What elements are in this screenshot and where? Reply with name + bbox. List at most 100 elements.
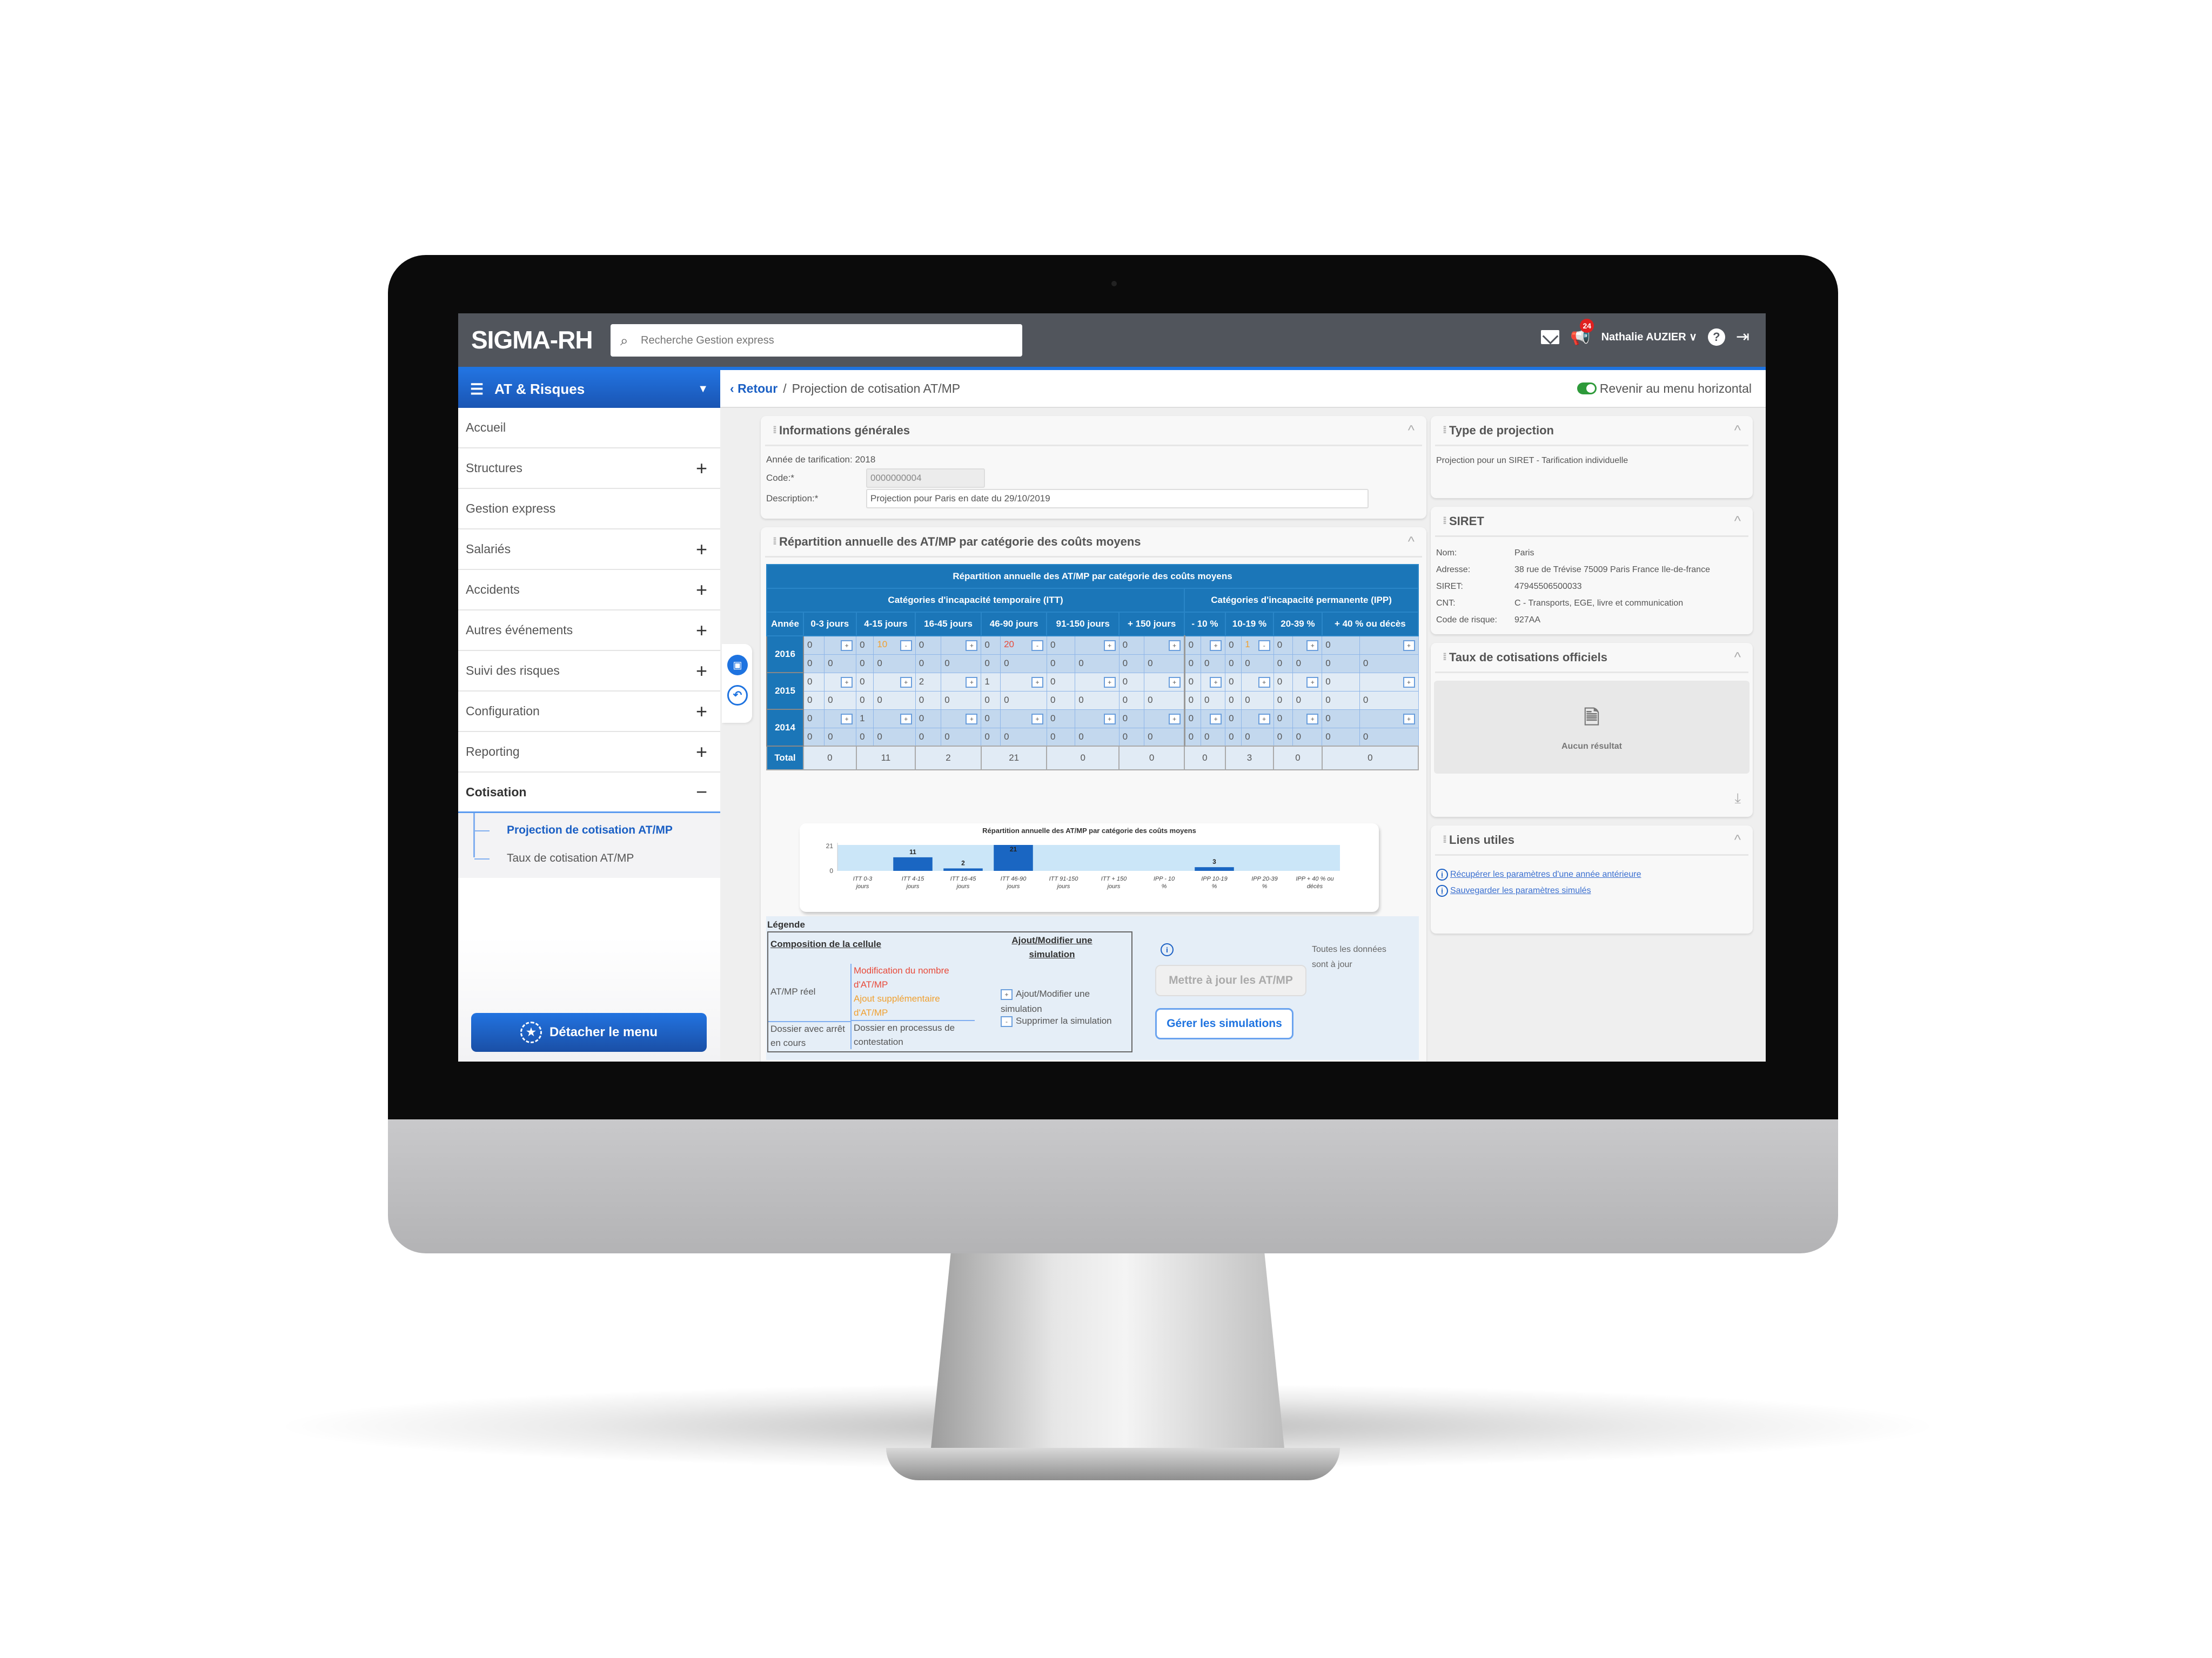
add-simulation-button[interactable]: +: [1103, 640, 1116, 652]
add-simulation-button[interactable]: +: [1031, 677, 1043, 688]
add-simulation-button[interactable]: +: [1306, 677, 1319, 688]
sidebar-item-accueil[interactable]: Accueil: [458, 408, 720, 448]
info-icon[interactable]: i: [1161, 943, 1174, 956]
drag-handle-icon[interactable]: ⁞⁞: [1443, 652, 1447, 663]
add-simulation-button[interactable]: +: [841, 677, 853, 688]
help-icon[interactable]: ?: [1707, 328, 1725, 346]
expand-icon[interactable]: +: [696, 538, 707, 561]
manage-simulations-button[interactable]: Gérer les simulations: [1155, 1008, 1293, 1039]
delete-simulation-button[interactable]: -: [1258, 640, 1270, 652]
add-simulation-button[interactable]: +: [1306, 640, 1319, 652]
add-simulation-button[interactable]: +: [1210, 640, 1222, 652]
sidebar-subitem-projection[interactable]: Projection de cotisation AT/MP: [474, 816, 720, 844]
expand-icon[interactable]: +: [696, 741, 707, 763]
expand-icon[interactable]: +: [696, 457, 707, 480]
sidebar-item-salari-s[interactable]: Salariés +: [458, 529, 720, 570]
app-logo[interactable]: SIGMA-RH: [471, 325, 593, 354]
dossier-contestation-cell: 0: [1241, 690, 1274, 710]
add-simulation-button[interactable]: +: [900, 714, 912, 724]
logout-icon[interactable]: ⇥: [1736, 327, 1750, 346]
add-simulation-button[interactable]: +: [1168, 640, 1181, 652]
sidebar-subitem-taux[interactable]: Taux de cotisation AT/MP: [474, 844, 720, 872]
user-menu[interactable]: Nathalie AUZIER ∨: [1601, 330, 1697, 344]
update-atmp-button[interactable]: Mettre à jour les AT/MP: [1155, 965, 1306, 996]
chevron-up-icon[interactable]: ^: [1734, 649, 1741, 666]
add-simulation-button[interactable]: +: [966, 640, 978, 652]
expand-icon[interactable]: +: [696, 619, 707, 642]
add-simulation-button[interactable]: +: [1403, 640, 1415, 652]
expand-icon[interactable]: +: [696, 579, 707, 601]
panel-header[interactable]: ⁞⁞ Répartition annuelle des AT/MP par ca…: [765, 527, 1422, 558]
add-simulation-button[interactable]: +: [1403, 714, 1415, 724]
add-simulation-button[interactable]: +: [900, 677, 912, 688]
add-simulation-button[interactable]: +: [1103, 677, 1116, 688]
add-simulation-button[interactable]: +: [1258, 677, 1270, 688]
delete-simulation-button[interactable]: -: [900, 640, 912, 652]
add-simulation-button[interactable]: +: [1210, 714, 1222, 724]
notifications-megaphone-icon[interactable]: 📢 24: [1570, 319, 1594, 346]
camera-icon: [1111, 281, 1117, 286]
link-sauvegarder-parametres[interactable]: i Sauvegarder les paramètres simulés: [1436, 883, 1747, 899]
chevron-up-icon[interactable]: ^: [1734, 422, 1741, 439]
dossier-arret-cell: 0: [856, 654, 874, 673]
panel-header[interactable]: ⁞⁞ Liens utiles ^: [1435, 825, 1748, 856]
mail-icon[interactable]: [1541, 330, 1560, 344]
add-simulation-button[interactable]: +: [966, 714, 978, 724]
drag-handle-icon[interactable]: ⁞⁞: [773, 425, 777, 436]
horizontal-menu-toggle[interactable]: Revenir au menu horizontal: [1577, 381, 1752, 396]
add-simulation-button[interactable]: +: [1031, 714, 1043, 724]
add-simulation-button[interactable]: +: [1168, 714, 1181, 724]
add-simulation-button[interactable]: +: [841, 640, 853, 652]
sidebar-item-cotisation[interactable]: Cotisation −: [458, 773, 720, 813]
chevron-up-icon[interactable]: ^: [1734, 831, 1741, 848]
add-simulation-button[interactable]: +: [1210, 677, 1222, 688]
search-box[interactable]: ⌕: [611, 324, 1022, 357]
sidebar-item-gestion-express[interactable]: Gestion express: [458, 489, 720, 529]
atmp-reel-cell: 0: [856, 672, 874, 692]
panel-header[interactable]: ⁞⁞ Taux de cotisations officiels ^: [1435, 643, 1748, 673]
download-icon[interactable]: ⤓: [1735, 790, 1741, 807]
sidebar-item-structures[interactable]: Structures +: [458, 448, 720, 489]
drag-handle-icon[interactable]: ⁞⁞: [1443, 834, 1447, 845]
detach-menu-button[interactable]: ★ Détacher le menu: [471, 1013, 707, 1052]
panel-header[interactable]: ⁞⁞ Informations générales ^: [765, 416, 1422, 446]
sidebar-item-autres-v-nements[interactable]: Autres événements +: [458, 610, 720, 651]
add-simulation-button[interactable]: +: [1168, 677, 1181, 688]
add-simulation-button[interactable]: +: [1306, 714, 1319, 724]
expand-icon[interactable]: +: [696, 700, 707, 723]
dossier-arret-cell: 0: [1118, 690, 1145, 710]
back-link[interactable]: ‹ Retour: [730, 381, 777, 396]
atmp-reel-cell: 0: [803, 709, 825, 728]
description-field[interactable]: [866, 489, 1369, 508]
drag-handle-icon[interactable]: ⁞⁞: [1443, 515, 1447, 527]
drag-handle-icon[interactable]: ⁞⁞: [773, 536, 777, 547]
toggle-switch[interactable]: [1577, 382, 1597, 394]
sidebar-item-suivi-des-risques[interactable]: Suivi des risques +: [458, 651, 720, 692]
drag-handle-icon[interactable]: ⁞⁞: [1443, 425, 1447, 436]
add-simulation-button[interactable]: +: [966, 677, 978, 688]
sidebar-item-label: Accidents: [466, 582, 520, 596]
add-simulation-button[interactable]: +: [1103, 714, 1116, 724]
chevron-up-icon[interactable]: ^: [1408, 533, 1415, 550]
chevron-up-icon[interactable]: ^: [1408, 422, 1415, 439]
panel-header[interactable]: ⁞⁞ Type de projection ^: [1435, 416, 1748, 446]
undo-icon[interactable]: ↶: [727, 685, 748, 706]
sidebar-item-accidents[interactable]: Accidents +: [458, 570, 720, 610]
chevron-up-icon[interactable]: ^: [1734, 513, 1741, 529]
sidebar-item-reporting[interactable]: Reporting +: [458, 732, 720, 773]
search-input[interactable]: [641, 334, 1008, 347]
dossier-arret-cell: 0: [856, 727, 874, 747]
expand-icon[interactable]: +: [696, 660, 707, 682]
sidebar-item-configuration[interactable]: Configuration +: [458, 692, 720, 732]
add-simulation-button[interactable]: +: [1258, 714, 1270, 724]
module-selector[interactable]: ☰ AT & Risques ▼: [458, 370, 720, 408]
add-simulation-button[interactable]: +: [841, 714, 853, 724]
panel-informations-generales: ⁞⁞ Informations générales ^ Année de tar…: [761, 416, 1426, 519]
delete-simulation-button[interactable]: -: [1031, 640, 1043, 652]
panel-header[interactable]: ⁞⁞ SIRET ^: [1435, 507, 1748, 537]
add-simulation-button[interactable]: +: [1403, 677, 1415, 688]
link-recuperer-parametres[interactable]: i Récupérer les paramètres d'une année an…: [1436, 867, 1747, 883]
save-icon[interactable]: ▣: [727, 655, 748, 675]
collapse-icon[interactable]: −: [696, 781, 707, 803]
column-header: 0-3 jours: [803, 612, 857, 636]
